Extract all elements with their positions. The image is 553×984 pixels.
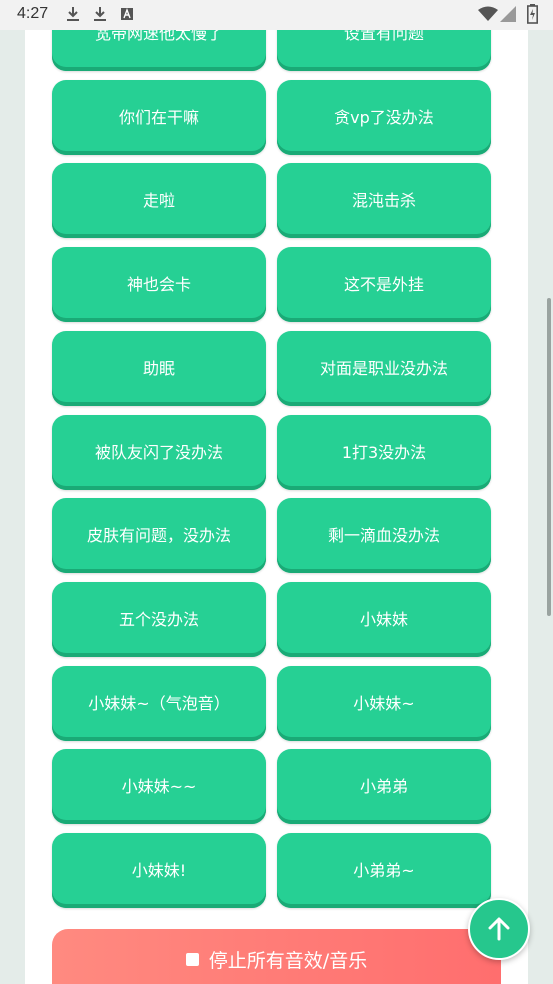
sound-button-label: 剩一滴血没办法	[327, 526, 440, 546]
sound-button[interactable]: 小弟弟~	[277, 833, 491, 908]
scrollbar[interactable]	[547, 298, 551, 616]
arrow-up-icon	[488, 917, 510, 941]
battery-icon	[527, 4, 538, 24]
sound-button-label: 小弟弟	[359, 777, 408, 797]
signal-icon	[500, 6, 516, 22]
sound-button[interactable]: 小妹妹~~	[52, 749, 266, 825]
sound-button[interactable]: 走啦	[52, 163, 266, 239]
sound-button[interactable]: 皮肤有问题，没办法	[52, 498, 266, 574]
sound-button[interactable]: 混沌击杀	[277, 163, 491, 239]
sound-button-label: 对面是职业没办法	[319, 358, 448, 378]
sound-button-label: 小妹妹~（气泡音）	[88, 693, 230, 713]
sound-button-label: 小妹妹~	[353, 693, 415, 713]
sound-button[interactable]: 被队友闪了没办法	[52, 414, 266, 490]
sound-button[interactable]: 小弟弟	[277, 749, 491, 825]
stop-all-sounds-label: 停止所有音效/音乐	[208, 949, 368, 972]
sound-button-label: 走啦	[142, 191, 175, 211]
sound-button-label: 五个没办法	[118, 609, 199, 629]
sound-button[interactable]: 小妹妹~	[277, 665, 491, 741]
sound-button-label: 助眠	[142, 358, 175, 378]
sound-button-label: 小妹妹~~	[121, 777, 197, 797]
sound-button[interactable]: 设置有问题	[277, 30, 491, 71]
sound-button[interactable]: 贪vp了没办法	[277, 79, 491, 155]
download-icon	[94, 7, 106, 21]
sound-button[interactable]: 宽带网速他太慢了	[52, 30, 266, 71]
stop-all-sounds-button[interactable]: 停止所有音效/音乐	[52, 929, 501, 984]
checkbox-icon	[185, 952, 199, 966]
sound-button-label: 设置有问题	[343, 30, 424, 43]
sound-button-label: 贪vp了没办法	[334, 107, 434, 127]
status-time: 4:27	[17, 5, 49, 22]
sound-button-label: 1打3没办法	[341, 442, 427, 462]
a-badge-icon	[121, 8, 133, 20]
sound-button-label: 小妹妹	[359, 609, 408, 629]
wifi-icon	[478, 6, 498, 21]
sound-button-label: 你们在干嘛	[118, 107, 199, 127]
sound-button-label: 宽带网速他太慢了	[94, 30, 223, 43]
download-icon	[67, 7, 79, 21]
sound-button[interactable]: 小妹妹!	[52, 833, 266, 908]
sound-button[interactable]: 助眠	[52, 330, 266, 406]
sound-button-label: 这不是外挂	[343, 275, 424, 295]
sound-board-card: 宽带网速他太慢了 设置有问题你们在干嘛 贪vp了没办法走啦 混沌击杀神也会卡 这不是外挂…	[25, 30, 528, 984]
sound-button-label: 皮肤有问题，没办法	[86, 526, 231, 546]
sound-button[interactable]: 小妹妹~（气泡音）	[52, 665, 266, 741]
sound-button[interactable]: 你们在干嘛	[52, 79, 266, 155]
sound-button[interactable]: 剩一滴血没办法	[277, 498, 491, 574]
sound-button[interactable]: 对面是职业没办法	[277, 330, 491, 406]
sound-button[interactable]: 小妹妹	[277, 581, 491, 657]
sound-button[interactable]: 五个没办法	[52, 581, 266, 657]
sound-button-label: 小弟弟~	[353, 861, 415, 880]
sound-button-label: 小妹妹!	[131, 861, 187, 880]
sound-button-label: 神也会卡	[126, 275, 191, 295]
status-bar: 4:27	[0, 0, 553, 30]
sound-button[interactable]: 1打3没办法	[277, 414, 491, 490]
sound-button[interactable]: 神也会卡	[52, 247, 266, 323]
sound-button-label: 被队友闪了没办法	[94, 442, 223, 462]
scroll-to-top-button[interactable]	[468, 898, 530, 960]
sound-button[interactable]: 这不是外挂	[277, 247, 491, 323]
sound-button-label: 混沌击杀	[351, 191, 416, 211]
